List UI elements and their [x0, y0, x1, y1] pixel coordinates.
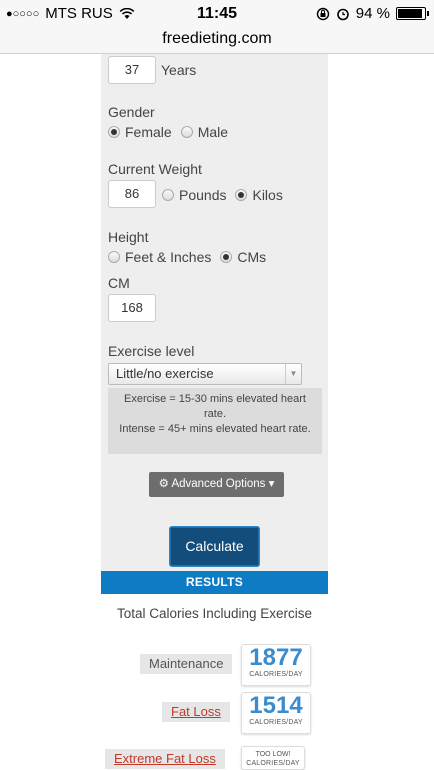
address-bar[interactable]: freedieting.com — [0, 28, 434, 54]
male-label: Male — [197, 124, 229, 140]
status-bar: ●○○○○ MTS RUS 11:45 94 % — [0, 0, 434, 28]
fat-loss-unit: CALORIES/DAY — [249, 719, 303, 726]
pounds-radio[interactable] — [162, 189, 174, 201]
battery-icon — [396, 7, 429, 20]
cms-radio[interactable] — [220, 251, 233, 263]
fat-loss-result: 1514 CALORIES/DAY — [241, 692, 311, 734]
maintenance-label: Maintenance — [140, 654, 233, 674]
extreme-fat-loss-link[interactable]: Extreme Fat Loss — [105, 749, 225, 769]
female-radio[interactable] — [108, 126, 120, 138]
kilos-label: Kilos — [252, 187, 283, 203]
height-label: Height — [108, 229, 149, 245]
calorie-form: 37 Years Gender Female Male Current Weig… — [101, 54, 328, 571]
weight-input[interactable]: 86 — [108, 180, 156, 208]
extreme-fat-loss-unit: CALORIES/DAY — [246, 760, 300, 767]
kilos-radio[interactable] — [235, 189, 248, 201]
feet-inches-label: Feet & Inches — [125, 249, 212, 265]
chevron-down-icon: ▼ — [285, 364, 301, 384]
extreme-fat-loss-value: TOO LOW! — [255, 751, 291, 758]
maintenance-result: 1877 CALORIES/DAY — [241, 644, 311, 686]
advanced-options-button[interactable]: ⚙ Advanced Options ▾ — [149, 472, 284, 497]
cms-label: CMs — [237, 249, 267, 265]
age-input[interactable]: 37 — [108, 56, 156, 84]
male-radio[interactable] — [180, 126, 193, 138]
battery-percent: 94 % — [355, 5, 390, 22]
results-subtitle: Total Calories Including Exercise — [116, 606, 313, 621]
exercise-note-text: Exercise = 15-30 mins elevated heart rat… — [119, 393, 311, 435]
gear-icon: ⚙ — [158, 478, 169, 490]
maintenance-unit: CALORIES/DAY — [249, 671, 303, 678]
female-label: Female — [125, 124, 172, 140]
weight-label: Current Weight — [108, 161, 202, 177]
fat-loss-link[interactable]: Fat Loss — [162, 702, 230, 722]
pounds-label: Pounds — [179, 187, 227, 203]
alarm-icon — [336, 8, 349, 20]
maintenance-value: 1877 — [249, 644, 303, 671]
gender-label: Gender — [108, 104, 155, 120]
exercise-label: Exercise level — [108, 343, 195, 359]
exercise-note: Exercise = 15-30 mins elevated heart rat… — [108, 388, 322, 454]
advanced-options-label: Advanced Options ▾ — [171, 478, 275, 490]
age-unit-label: Years — [161, 62, 197, 78]
fat-loss-value: 1514 — [249, 692, 303, 719]
feet-inches-radio[interactable] — [108, 251, 120, 263]
exercise-select[interactable]: Little/no exercise ▼ — [108, 363, 302, 385]
exercise-selected-value: Little/no exercise — [116, 366, 214, 381]
results-header: RESULTS — [101, 571, 328, 594]
cm-label: CM — [108, 275, 130, 291]
cm-input[interactable]: 168 — [108, 294, 156, 322]
rotation-lock-icon — [316, 7, 329, 20]
calculate-button[interactable]: Calculate — [169, 526, 260, 567]
extreme-fat-loss-result: TOO LOW! CALORIES/DAY — [241, 746, 305, 770]
